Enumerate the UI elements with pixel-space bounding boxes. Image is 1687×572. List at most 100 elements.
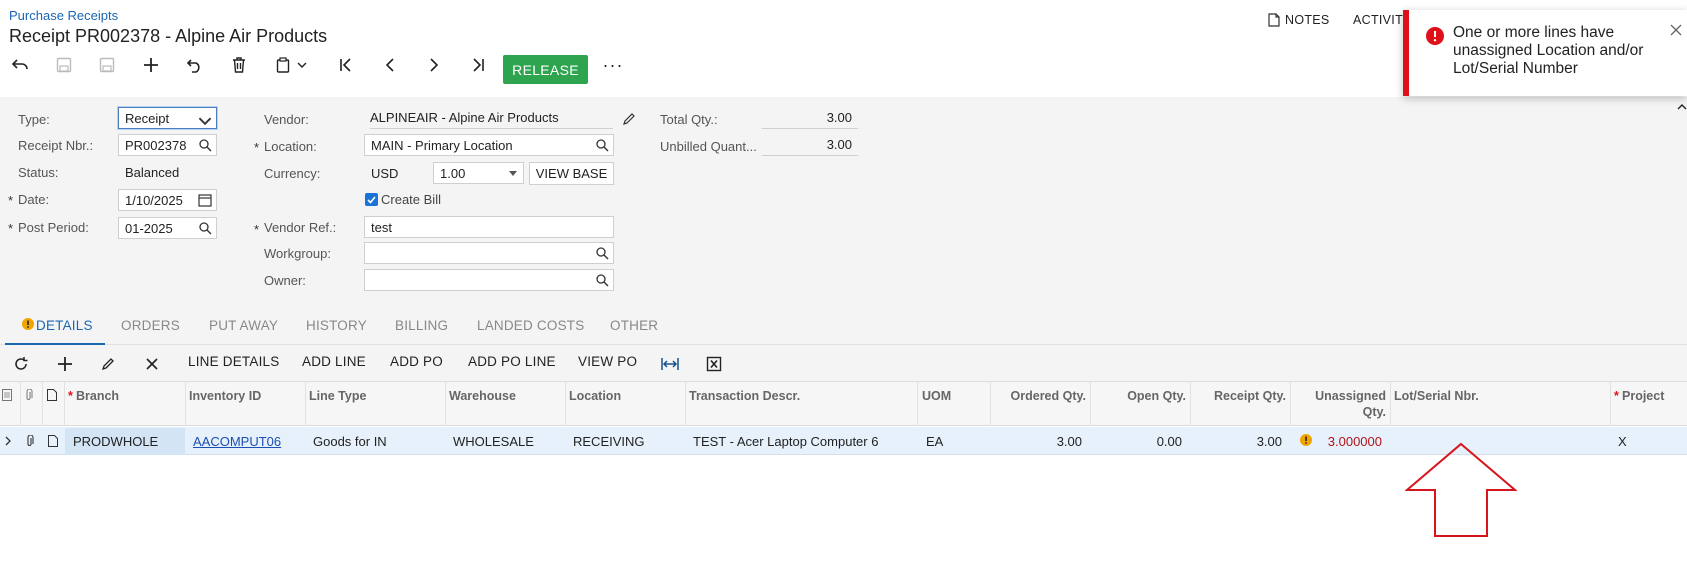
cell-ordered-qty[interactable]: 3.00 xyxy=(994,434,1082,449)
vendor-ref-required-mark: * xyxy=(254,222,260,237)
add-row-button[interactable] xyxy=(55,354,75,374)
cell-project[interactable]: X xyxy=(1618,434,1627,449)
view-base-button[interactable]: VIEW BASE xyxy=(529,162,614,185)
col-header-branch[interactable]: Branch xyxy=(76,389,119,403)
total-qty-label: Total Qty.: xyxy=(660,112,718,127)
add-line-button[interactable]: ADD LINE xyxy=(302,354,366,369)
post-period-field[interactable]: 01-2025 xyxy=(118,217,217,239)
chevron-right-icon[interactable] xyxy=(5,436,11,446)
location-field[interactable]: MAIN - Primary Location xyxy=(364,134,614,156)
col-header-receipt-qty[interactable]: Receipt Qty. xyxy=(1194,389,1286,403)
add-button[interactable] xyxy=(136,50,166,80)
release-button[interactable]: RELEASE xyxy=(503,55,588,84)
back-button[interactable] xyxy=(5,50,35,80)
cell-warehouse[interactable]: WHOLESALE xyxy=(453,434,534,449)
vendor-field[interactable]: ALPINEAIR - Alpine Air Products xyxy=(370,107,613,129)
attachment-icon[interactable] xyxy=(25,435,34,448)
delete-row-button[interactable] xyxy=(142,354,162,374)
type-value: Receipt xyxy=(125,110,170,126)
tab-history[interactable]: HISTORY xyxy=(306,318,367,333)
tab-landed-costs[interactable]: LANDED COSTS xyxy=(477,318,584,333)
note-icon[interactable] xyxy=(48,435,58,447)
owner-field[interactable] xyxy=(364,269,614,291)
search-icon[interactable] xyxy=(198,221,212,235)
col-sep xyxy=(1290,382,1291,426)
search-icon[interactable] xyxy=(595,273,609,287)
search-icon[interactable] xyxy=(595,246,609,260)
col-header-lot-serial[interactable]: Lot/Serial Nbr. xyxy=(1394,389,1479,403)
refresh-icon xyxy=(15,357,28,370)
tab-billing[interactable]: BILLING xyxy=(395,318,448,333)
warning-icon xyxy=(22,318,34,330)
breadcrumb[interactable]: Purchase Receipts xyxy=(9,8,118,23)
save-button[interactable] xyxy=(92,50,122,80)
note-icon xyxy=(1268,13,1280,27)
error-icon xyxy=(1426,27,1444,45)
search-icon[interactable] xyxy=(595,138,609,152)
cell-inventory-id-link[interactable]: AACOMPUT06 xyxy=(193,434,281,449)
create-bill-checkbox[interactable] xyxy=(365,193,378,206)
add-po-line-button[interactable]: ADD PO LINE xyxy=(468,354,556,369)
create-bill-label[interactable]: Create Bill xyxy=(381,192,441,207)
caret-down-icon xyxy=(509,171,517,176)
cell-branch[interactable]: PRODWHOLE xyxy=(73,434,158,449)
more-actions-button[interactable]: ··· xyxy=(598,50,628,80)
tab-orders[interactable]: ORDERS xyxy=(121,318,180,333)
notes-button[interactable]: NOTES xyxy=(1268,13,1330,27)
cell-open-qty[interactable]: 0.00 xyxy=(1094,434,1182,449)
search-icon[interactable] xyxy=(198,138,212,152)
currency-rate-select[interactable]: 1.00 xyxy=(433,162,524,184)
date-field[interactable]: 1/10/2025 xyxy=(118,189,217,211)
vendor-ref-field[interactable]: test xyxy=(364,216,614,238)
cell-uom[interactable]: EA xyxy=(926,434,943,449)
col-header-open-qty[interactable]: Open Qty. xyxy=(1094,389,1186,403)
save-close-button[interactable] xyxy=(49,50,79,80)
pencil-icon[interactable] xyxy=(622,112,636,126)
line-details-button[interactable]: LINE DETAILS xyxy=(188,354,279,369)
cell-unassigned-qty[interactable]: 3.000000 xyxy=(1318,434,1382,449)
workgroup-field[interactable] xyxy=(364,242,614,264)
col-sep xyxy=(1090,382,1091,426)
first-record-button[interactable] xyxy=(331,50,361,80)
col-header-warehouse[interactable]: Warehouse xyxy=(449,389,516,403)
export-excel-button[interactable] xyxy=(704,354,724,374)
calendar-icon[interactable] xyxy=(198,193,212,207)
activities-button[interactable]: ACTIVITI xyxy=(1353,13,1407,27)
col-sep xyxy=(1610,382,1611,426)
col-header-location[interactable]: Location xyxy=(569,389,621,403)
collapse-icon[interactable] xyxy=(1677,104,1687,110)
close-icon[interactable] xyxy=(1670,24,1682,36)
save-icon xyxy=(99,57,115,73)
add-po-button[interactable]: ADD PO xyxy=(390,354,443,369)
col-header-transaction-descr[interactable]: Transaction Descr. xyxy=(689,389,800,403)
edit-row-button[interactable] xyxy=(98,354,118,374)
col-header-unassigned-qty[interactable]: Unassigned xyxy=(1294,389,1386,403)
col-header-inventory-id[interactable]: Inventory ID xyxy=(189,389,261,403)
tab-put-away[interactable]: PUT AWAY xyxy=(209,318,278,333)
chevron-down-icon xyxy=(198,117,212,126)
cell-location[interactable]: RECEIVING xyxy=(573,434,645,449)
previous-record-button[interactable] xyxy=(375,50,405,80)
fit-columns-button[interactable] xyxy=(660,354,680,374)
delete-button[interactable] xyxy=(224,50,254,80)
copy-paste-dropdown[interactable] xyxy=(292,50,312,80)
cancel-button[interactable] xyxy=(180,50,210,80)
receipt-nbr-field[interactable]: PR002378 xyxy=(118,134,217,156)
view-po-button[interactable]: VIEW PO xyxy=(578,354,637,369)
col-header-project[interactable]: Project xyxy=(1622,389,1664,403)
col-header-uom[interactable]: UOM xyxy=(922,389,951,403)
col-sep xyxy=(1190,382,1191,426)
cell-line-type[interactable]: Goods for IN xyxy=(313,434,387,449)
next-record-button[interactable] xyxy=(419,50,449,80)
tab-details[interactable]: DETAILS xyxy=(36,318,93,333)
cell-transaction-descr[interactable]: TEST - Acer Laptop Computer 6 xyxy=(693,434,878,449)
tab-other[interactable]: OTHER xyxy=(610,318,658,333)
col-header-line-type[interactable]: Line Type xyxy=(309,389,366,403)
col-header-ordered-qty[interactable]: Ordered Qty. xyxy=(994,389,1086,403)
type-select[interactable]: Receipt xyxy=(118,107,217,129)
notification-message: One or more lines have unassigned Locati… xyxy=(1453,24,1644,77)
cell-receipt-qty[interactable]: 3.00 xyxy=(1194,434,1282,449)
refresh-button[interactable] xyxy=(11,354,31,374)
last-record-button[interactable] xyxy=(463,50,493,80)
row-selector-icon[interactable] xyxy=(2,389,12,401)
